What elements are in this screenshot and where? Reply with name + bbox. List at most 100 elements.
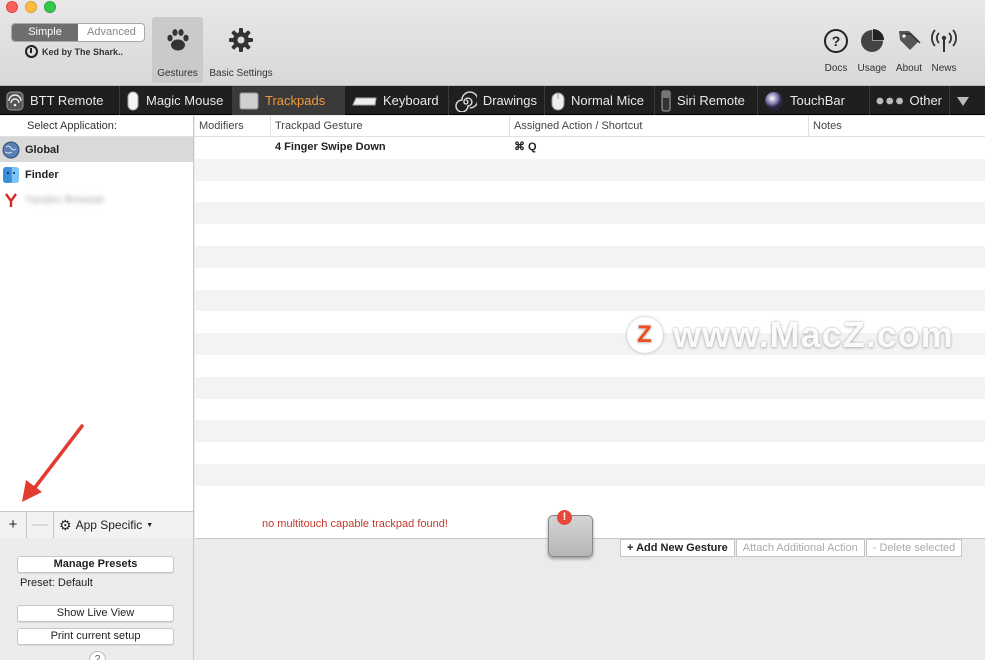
tab-magic-mouse[interactable]: Magic Mouse (120, 86, 233, 115)
tab-label: TouchBar (790, 93, 845, 108)
news-label: News (931, 63, 957, 74)
mouse-icon (551, 92, 565, 110)
attach-additional-action-button[interactable]: Attach Additional Action (735, 539, 865, 557)
cell-modifiers (195, 137, 271, 159)
tag-icon (899, 31, 921, 50)
table-row-empty (195, 202, 985, 225)
annotation-arrow-icon (22, 424, 84, 502)
table-row-empty (195, 399, 985, 421)
table-row-empty (195, 442, 985, 464)
more-dots-icon (876, 97, 903, 104)
tab-label: Other (909, 93, 942, 108)
tab-overflow-button[interactable] (950, 86, 985, 115)
table-row-empty (195, 268, 985, 290)
preset-panel: Manage Presets Preset: Default Show Live… (0, 538, 194, 660)
globe-icon (2, 141, 20, 158)
gesture-table: Modifiers Trackpad Gesture Assigned Acti… (195, 116, 985, 508)
column-header-notes[interactable]: Notes (809, 116, 985, 136)
column-header-action[interactable]: Assigned Action / Shortcut (510, 116, 809, 136)
toolbar: Simple Advanced Ked by The Shark.. Gestu… (0, 0, 985, 86)
paw-icon (166, 29, 189, 51)
btt-remote-icon (6, 91, 24, 110)
manage-presets-button[interactable]: Manage Presets (17, 556, 174, 573)
column-header-gesture[interactable]: Trackpad Gesture (271, 116, 510, 136)
about-button[interactable]: About (889, 28, 929, 74)
column-header-modifiers[interactable]: Modifiers (195, 116, 271, 136)
pie-chart-icon (861, 29, 884, 52)
chevron-down-icon: ▼ (146, 521, 154, 529)
tab-btt-remote[interactable]: BTT Remote (0, 86, 120, 115)
tab-siri-remote[interactable]: Siri Remote (655, 86, 758, 115)
tab-touchbar[interactable]: TouchBar (758, 86, 870, 115)
mode-simple-button[interactable]: Simple (12, 24, 78, 41)
close-window-button[interactable] (6, 1, 18, 13)
svg-text:?: ? (832, 33, 841, 49)
docs-button[interactable]: ? Docs (816, 28, 856, 74)
mode-advanced-button[interactable]: Advanced (78, 24, 144, 41)
yandex-icon (5, 192, 17, 207)
current-preset-label: Preset: Default (20, 577, 93, 589)
table-row-empty (195, 245, 985, 268)
app-specific-label: App Specific (75, 518, 143, 532)
table-row-empty (195, 486, 985, 508)
about-label: About (895, 63, 923, 74)
app-item-yandex[interactable]: Yandex Browser (0, 187, 193, 212)
alert-badge: ! (557, 510, 572, 525)
table-row-empty (195, 289, 985, 312)
finder-icon (3, 166, 19, 183)
news-button[interactable]: News (924, 28, 964, 74)
tab-label: Keyboard (383, 93, 439, 108)
keyboard-icon (352, 97, 377, 105)
usage-label: Usage (857, 63, 887, 74)
tab-label: Magic Mouse (146, 93, 224, 108)
app-item-label: Yandex Browser (25, 193, 105, 206)
tab-normal-mice[interactable]: Normal Mice (545, 86, 655, 115)
mode-segmented-control: Simple Advanced (11, 23, 145, 42)
trackpad-icon (239, 92, 259, 109)
touchbar-orb-icon (765, 91, 783, 110)
tab-keyboard[interactable]: Keyboard (345, 86, 449, 115)
table-row-empty (195, 181, 985, 203)
app-item-finder[interactable]: Finder (0, 162, 193, 187)
add-application-button[interactable]: + (0, 512, 27, 538)
table-row-empty (195, 463, 985, 486)
basic-settings-tool-button[interactable]: Basic Settings (206, 17, 276, 83)
delete-selected-button[interactable]: - Delete selected (865, 539, 963, 557)
gestures-tool-button[interactable]: Gestures (152, 17, 203, 83)
tab-drawings[interactable]: Drawings (449, 86, 545, 115)
zoom-window-button[interactable] (44, 1, 56, 13)
gear-icon: ⚙ (59, 516, 72, 533)
gesture-actions: + Add New Gesture Attach Additional Acti… (620, 539, 963, 557)
app-specific-menu[interactable]: ⚙ App Specific ▼ (54, 512, 153, 538)
tab-label: Trackpads (265, 93, 326, 108)
table-row[interactable]: 4 Finger Swipe Down ⌘ Q (195, 137, 985, 159)
spiral-icon (455, 90, 477, 112)
docs-label: Docs (824, 63, 848, 74)
table-row-empty (195, 376, 985, 399)
show-live-view-button[interactable]: Show Live View (17, 605, 174, 622)
cell-notes (809, 137, 985, 159)
credit-label: Ked by The Shark.. (25, 45, 123, 58)
tab-other[interactable]: Other (870, 86, 950, 115)
device-tab-bar: BTT Remote Magic Mouse Trackpads Keyboar… (0, 86, 985, 115)
remove-application-button[interactable]: — (27, 512, 54, 538)
tab-trackpads[interactable]: Trackpads (233, 86, 345, 115)
trackpad-warning: no multitouch capable trackpad found! (262, 518, 448, 530)
watermark: Z www.MacZ.com (627, 314, 954, 356)
application-list-footer: + — ⚙ App Specific ▼ (0, 511, 194, 538)
cell-gesture: 4 Finger Swipe Down (275, 141, 386, 153)
print-setup-button[interactable]: Print current setup (17, 628, 174, 645)
app-item-label: Finder (25, 168, 59, 181)
basic-settings-label: Basic Settings (209, 68, 273, 79)
watermark-logo: Z (627, 317, 663, 353)
table-row-empty (195, 355, 985, 377)
usage-button[interactable]: Usage (852, 28, 892, 74)
tab-label: Siri Remote (677, 93, 745, 108)
clock-icon (25, 45, 38, 58)
minimize-window-button[interactable] (25, 1, 37, 13)
add-new-gesture-button[interactable]: + Add New Gesture (620, 539, 735, 557)
watermark-text: www.MacZ.com (673, 314, 954, 355)
app-item-global[interactable]: Global (0, 137, 193, 162)
tab-label: BTT Remote (30, 93, 104, 108)
gestures-label: Gestures (157, 68, 198, 79)
